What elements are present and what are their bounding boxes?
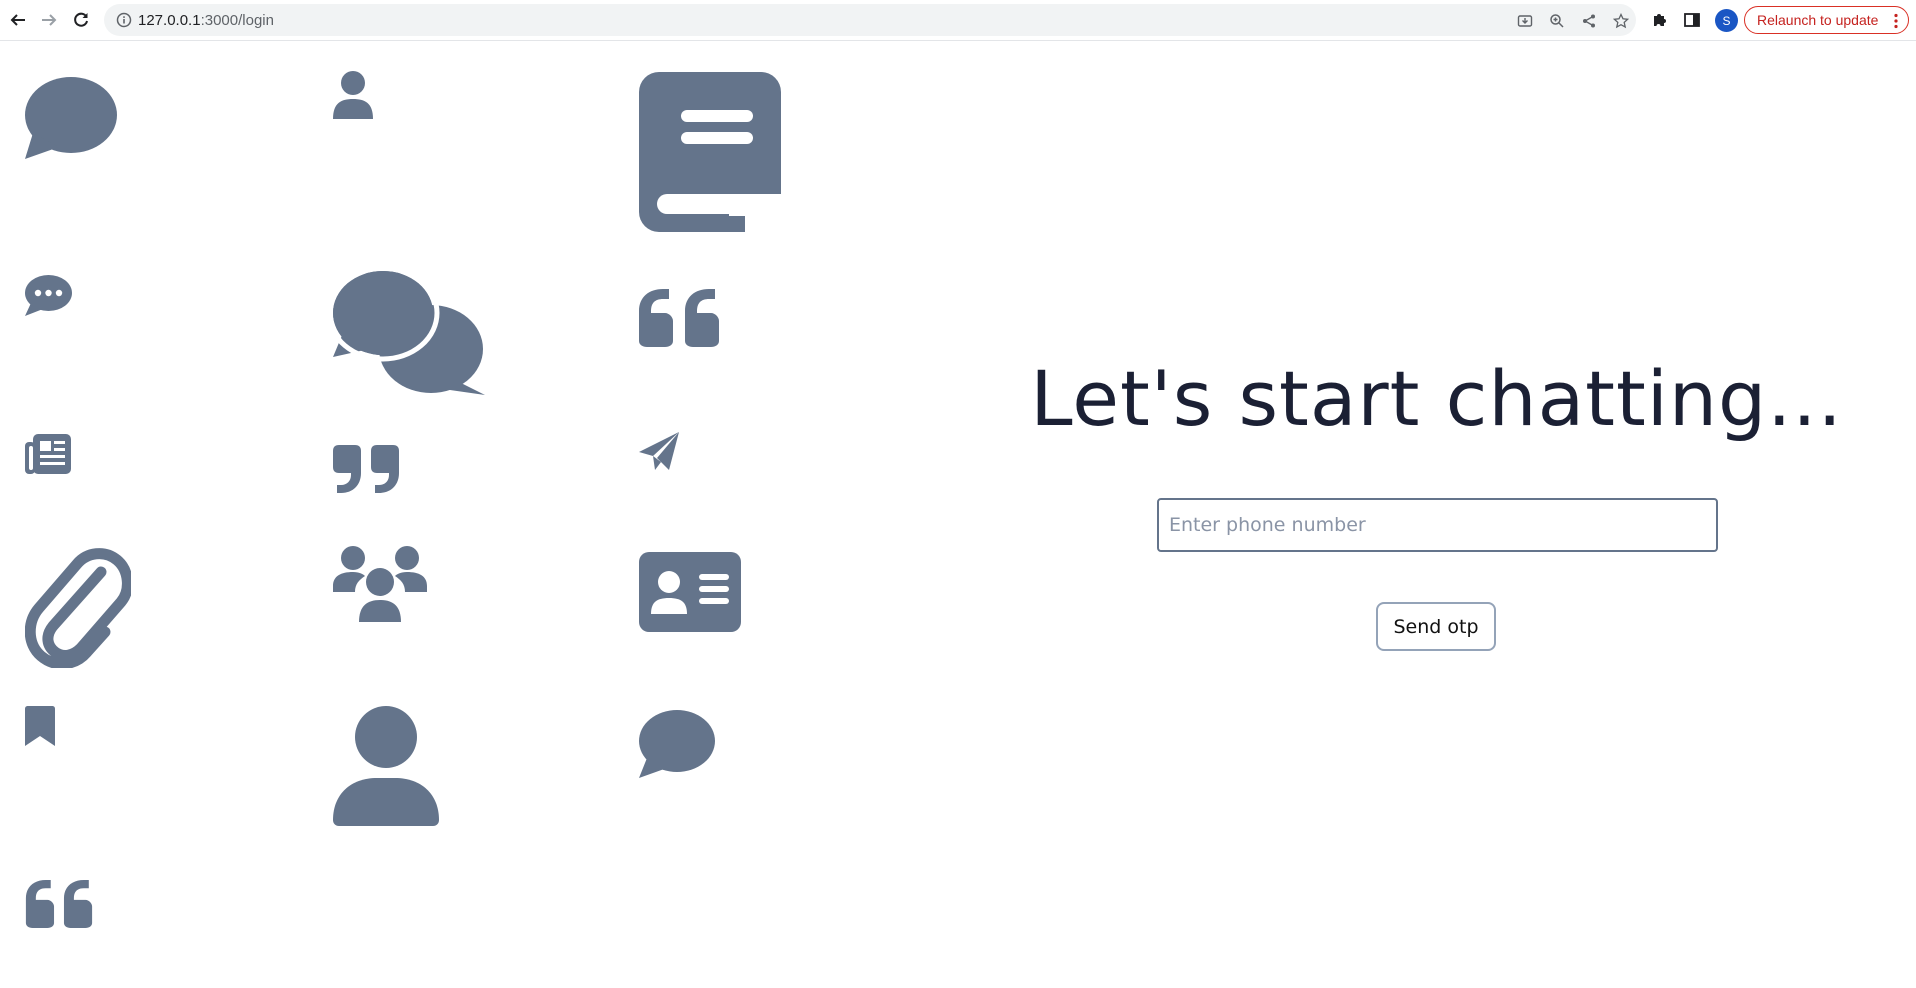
paper-plane-icon [639,432,679,470]
users-icon [333,546,427,622]
quote-right-icon [333,445,399,493]
extensions-icon[interactable] [1650,10,1670,30]
user-icon [333,71,373,119]
login-page: Let's start chatting... Send otp [0,41,1916,988]
url-path: :3000/login [200,12,274,29]
reload-icon [74,12,88,27]
url-text: 127.0.0.1:3000/login [138,12,274,29]
id-card-icon [639,552,741,632]
profile-avatar[interactable]: S [1715,9,1738,32]
login-form: Let's start chatting... Send otp [1000,41,1873,988]
comment-small-icon [639,710,715,778]
comment-dots-icon [25,275,72,316]
phone-number-input[interactable] [1157,498,1718,552]
paperclip-icon [25,548,131,668]
bookmark-star-icon[interactable] [1612,12,1630,30]
url-host: 127.0.0.1 [138,12,201,29]
arrow-left-icon [10,14,25,26]
relaunch-button[interactable]: Relaunch to update [1744,6,1909,34]
comments-icon [333,271,485,395]
newspaper-icon [25,434,71,474]
comment-icon [25,77,117,159]
back-button[interactable] [7,9,29,31]
address-bar[interactable]: 127.0.0.1:3000/login [104,4,1636,36]
share-icon[interactable] [1580,12,1598,30]
relaunch-label: Relaunch to update [1757,12,1879,28]
bookmark-icon [25,706,55,746]
reload-button[interactable] [70,9,92,31]
more-vert-icon [1894,13,1898,32]
site-info-icon[interactable] [116,12,132,33]
browser-toolbar: 127.0.0.1:3000/login S Relaunch to updat… [0,0,1916,41]
user-large-icon [333,706,439,826]
page-title: Let's start chatting... [1030,354,1843,443]
quote-left-large-icon [25,880,93,928]
zoom-icon[interactable] [1548,12,1566,30]
book-icon [639,72,781,232]
arrow-right-icon [42,14,57,26]
install-app-icon[interactable] [1516,12,1534,30]
send-otp-button[interactable]: Send otp [1376,602,1496,651]
side-panel-icon[interactable] [1682,10,1702,30]
quote-left-icon [639,289,719,347]
forward-button[interactable] [38,9,60,31]
